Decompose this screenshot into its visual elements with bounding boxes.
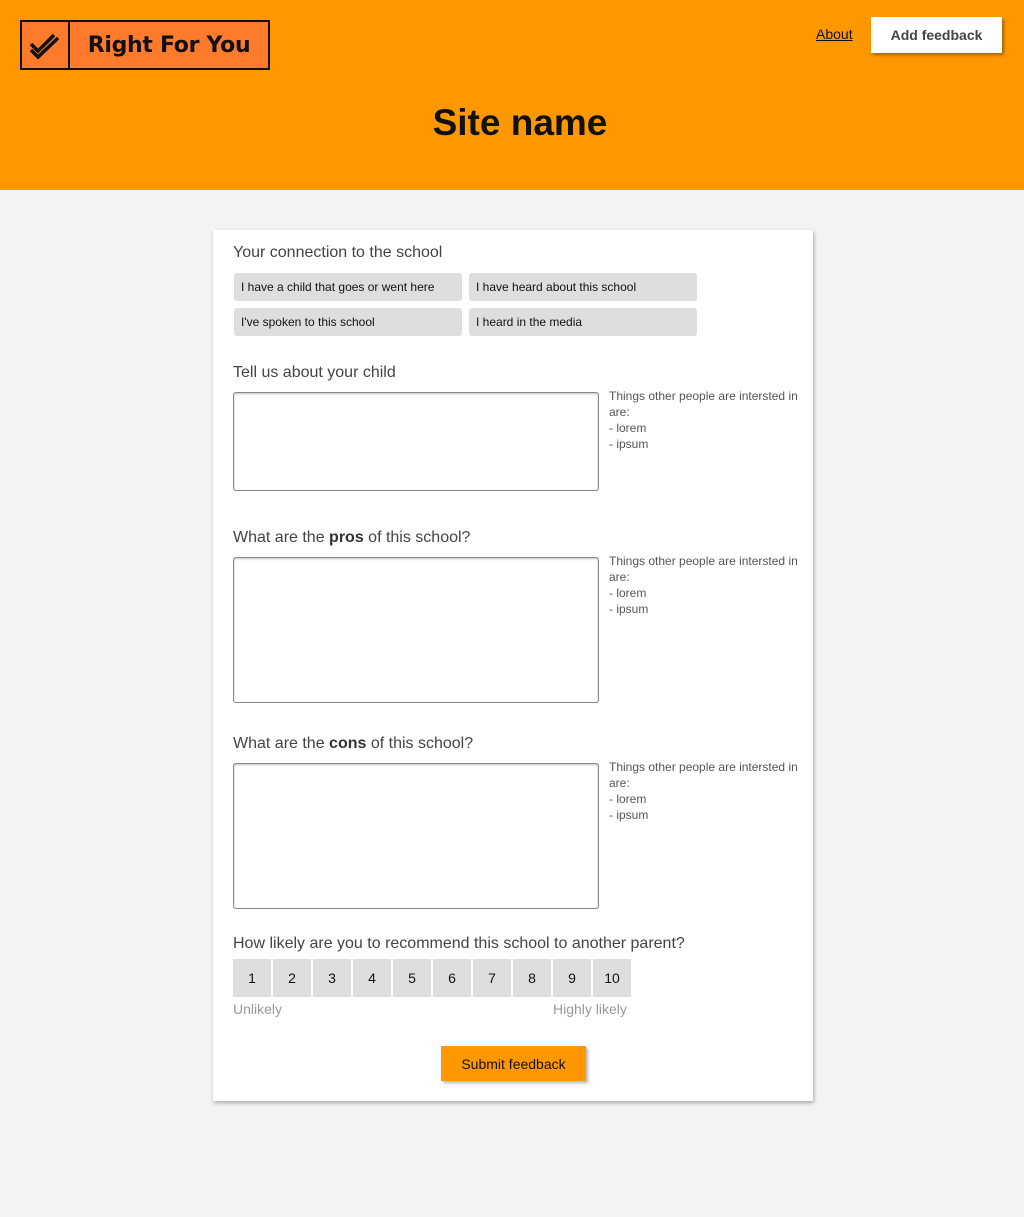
logo-text: Right For You <box>87 32 251 58</box>
scale-high-label: Highly likely <box>553 1001 627 1017</box>
submit-feedback-button[interactable]: Submit feedback <box>441 1046 586 1081</box>
hint-item: - lorem <box>609 792 647 806</box>
rating-button-5[interactable]: 5 <box>393 959 431 997</box>
about-link[interactable]: About <box>816 26 853 42</box>
connection-option-media[interactable]: I heard in the media <box>469 308 697 336</box>
site-header: Right For You About Add feedback Site na… <box>0 0 1024 190</box>
scale-low-label: Unlikely <box>233 1001 283 1017</box>
double-check-icon <box>22 22 70 68</box>
hint-item: - ipsum <box>609 437 649 451</box>
hint-title: Things other people are intersted in are… <box>609 554 798 584</box>
child-label: Tell us about your child <box>233 364 396 381</box>
hint-title: Things other people are intersted in are… <box>609 389 798 419</box>
hint-item: - lorem <box>609 586 647 600</box>
recommend-rating-scale: 1 2 3 4 5 6 7 8 9 10 <box>233 959 631 997</box>
child-textarea[interactable] <box>233 392 599 491</box>
rating-button-3[interactable]: 3 <box>313 959 351 997</box>
hint-item: - ipsum <box>609 602 649 616</box>
connection-option-spoken[interactable]: I've spoken to this school <box>234 308 462 336</box>
rating-button-7[interactable]: 7 <box>473 959 511 997</box>
rating-button-4[interactable]: 4 <box>353 959 391 997</box>
recommend-label: How likely are you to recommend this sch… <box>233 935 685 952</box>
rating-button-6[interactable]: 6 <box>433 959 471 997</box>
connection-option-child[interactable]: I have a child that goes or went here <box>234 273 462 301</box>
child-hint: Things other people are intersted in are… <box>609 388 799 452</box>
pros-hint: Things other people are intersted in are… <box>609 553 799 617</box>
rating-button-2[interactable]: 2 <box>273 959 311 997</box>
pros-label: What are the pros of this school? <box>233 529 471 546</box>
cons-textarea[interactable] <box>233 763 599 909</box>
rating-button-9[interactable]: 9 <box>553 959 591 997</box>
cons-hint: Things other people are intersted in are… <box>609 759 799 823</box>
feedback-form: Your connection to the school I have a c… <box>213 230 813 1101</box>
pros-textarea[interactable] <box>233 557 599 703</box>
connection-option-heard[interactable]: I have heard about this school <box>469 273 697 301</box>
logo[interactable]: Right For You <box>20 20 270 70</box>
rating-button-1[interactable]: 1 <box>233 959 271 997</box>
site-title: Site name <box>432 102 608 143</box>
hint-item: - ipsum <box>609 808 649 822</box>
add-feedback-button[interactable]: Add feedback <box>871 17 1002 53</box>
connection-label: Your connection to the school <box>233 244 443 261</box>
cons-label: What are the cons of this school? <box>233 735 474 752</box>
rating-button-10[interactable]: 10 <box>593 959 631 997</box>
hint-title: Things other people are intersted in are… <box>609 760 798 790</box>
hint-item: - lorem <box>609 421 647 435</box>
rating-button-8[interactable]: 8 <box>513 959 551 997</box>
